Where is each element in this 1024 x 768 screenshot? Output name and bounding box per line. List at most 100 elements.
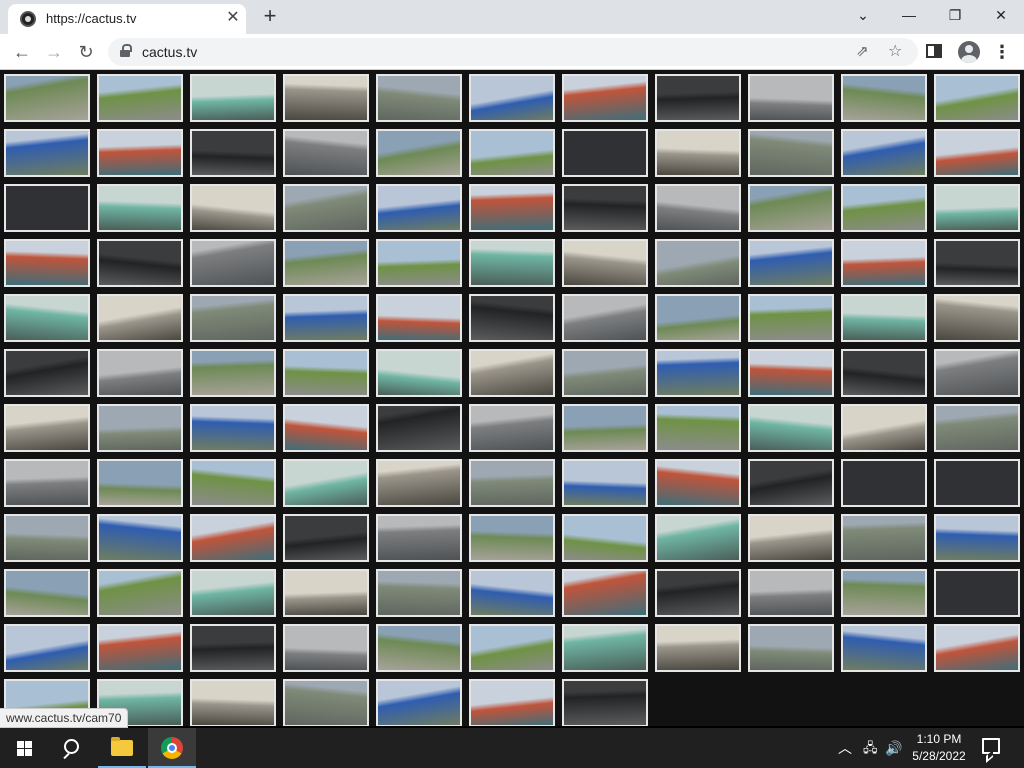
camera-thumbnail[interactable] — [283, 404, 369, 452]
camera-thumbnail[interactable] — [748, 569, 834, 617]
camera-thumbnail[interactable] — [934, 184, 1020, 232]
camera-thumbnail[interactable] — [841, 514, 927, 562]
camera-thumbnail[interactable] — [469, 514, 555, 562]
close-window-button[interactable]: ✕ — [978, 0, 1024, 30]
camera-thumbnail[interactable] — [748, 129, 834, 177]
camera-thumbnail[interactable] — [97, 349, 183, 397]
camera-thumbnail[interactable] — [97, 404, 183, 452]
camera-thumbnail[interactable] — [562, 459, 648, 507]
camera-thumbnail[interactable] — [4, 624, 90, 672]
volume-icon[interactable]: 🔊 — [885, 738, 902, 758]
camera-thumbnail[interactable] — [283, 624, 369, 672]
camera-thumbnail[interactable] — [283, 349, 369, 397]
camera-thumbnail[interactable] — [4, 294, 90, 342]
camera-thumbnail[interactable] — [748, 349, 834, 397]
camera-thumbnail[interactable] — [562, 294, 648, 342]
camera-thumbnail[interactable] — [190, 129, 276, 177]
camera-thumbnail[interactable] — [934, 514, 1020, 562]
camera-thumbnail[interactable] — [562, 404, 648, 452]
camera-thumbnail[interactable] — [190, 294, 276, 342]
camera-thumbnail[interactable] — [841, 129, 927, 177]
camera-thumbnail[interactable] — [655, 349, 741, 397]
camera-thumbnail[interactable] — [841, 74, 927, 122]
camera-thumbnail[interactable] — [190, 349, 276, 397]
camera-thumbnail[interactable] — [283, 459, 369, 507]
camera-thumbnail[interactable] — [655, 74, 741, 122]
camera-thumbnail[interactable] — [4, 349, 90, 397]
back-button[interactable]: ← — [8, 38, 36, 66]
camera-thumbnail[interactable] — [748, 514, 834, 562]
camera-thumbnail[interactable] — [469, 349, 555, 397]
address-url[interactable]: cactus.tv — [142, 44, 197, 60]
camera-thumbnail[interactable] — [97, 129, 183, 177]
camera-thumbnail[interactable] — [562, 349, 648, 397]
camera-thumbnail[interactable] — [562, 624, 648, 672]
tab-close-icon[interactable]: ✕ — [223, 8, 243, 28]
show-hidden-icons-icon[interactable]: ︿ — [838, 738, 852, 758]
camera-thumbnail[interactable] — [562, 569, 648, 617]
camera-grid[interactable] — [0, 70, 1024, 726]
camera-thumbnail[interactable] — [283, 294, 369, 342]
camera-thumbnail[interactable] — [562, 129, 648, 177]
minimize-button[interactable]: — — [886, 0, 932, 30]
camera-thumbnail[interactable] — [376, 184, 462, 232]
camera-thumbnail[interactable] — [748, 239, 834, 287]
camera-thumbnail[interactable] — [934, 294, 1020, 342]
camera-thumbnail[interactable] — [376, 349, 462, 397]
camera-thumbnail[interactable] — [469, 294, 555, 342]
camera-thumbnail[interactable] — [469, 129, 555, 177]
camera-thumbnail[interactable] — [841, 569, 927, 617]
camera-thumbnail[interactable] — [190, 74, 276, 122]
camera-thumbnail[interactable] — [97, 184, 183, 232]
camera-thumbnail[interactable] — [655, 404, 741, 452]
camera-thumbnail[interactable] — [283, 679, 369, 726]
forward-button[interactable]: → — [40, 38, 68, 66]
camera-thumbnail[interactable] — [376, 624, 462, 672]
camera-thumbnail[interactable] — [934, 569, 1020, 617]
search-icon[interactable] — [48, 728, 96, 768]
camera-thumbnail[interactable] — [562, 679, 648, 726]
camera-thumbnail[interactable] — [97, 294, 183, 342]
camera-thumbnail[interactable] — [376, 514, 462, 562]
camera-thumbnail[interactable] — [841, 404, 927, 452]
camera-thumbnail[interactable] — [283, 184, 369, 232]
tab-search-button[interactable]: ⌄ — [840, 0, 886, 30]
camera-thumbnail[interactable] — [655, 184, 741, 232]
file-explorer-taskbar-button[interactable] — [98, 728, 146, 768]
camera-thumbnail[interactable] — [4, 404, 90, 452]
camera-thumbnail[interactable] — [190, 624, 276, 672]
camera-thumbnail[interactable] — [376, 239, 462, 287]
camera-thumbnail[interactable] — [655, 459, 741, 507]
camera-thumbnail[interactable] — [655, 129, 741, 177]
camera-thumbnail[interactable] — [190, 404, 276, 452]
reload-button[interactable]: ↻ — [72, 38, 100, 66]
notifications-icon[interactable] — [982, 738, 1000, 754]
new-tab-button[interactable]: + — [258, 4, 282, 28]
camera-thumbnail[interactable] — [748, 459, 834, 507]
camera-thumbnail[interactable] — [97, 624, 183, 672]
browser-tab[interactable]: https://cactus.tv ✕ — [8, 4, 246, 34]
camera-thumbnail[interactable] — [748, 404, 834, 452]
windows-start-icon[interactable] — [0, 728, 48, 768]
camera-thumbnail[interactable] — [841, 349, 927, 397]
camera-thumbnail[interactable] — [841, 184, 927, 232]
camera-thumbnail[interactable] — [97, 74, 183, 122]
camera-thumbnail[interactable] — [748, 624, 834, 672]
camera-thumbnail[interactable] — [841, 294, 927, 342]
camera-thumbnail[interactable] — [748, 74, 834, 122]
camera-thumbnail[interactable] — [655, 514, 741, 562]
camera-thumbnail[interactable] — [97, 239, 183, 287]
camera-thumbnail[interactable] — [655, 239, 741, 287]
address-bar[interactable]: cactus.tv ⇗ ☆ — [108, 38, 918, 66]
camera-thumbnail[interactable] — [376, 404, 462, 452]
camera-thumbnail[interactable] — [190, 514, 276, 562]
camera-thumbnail[interactable] — [190, 569, 276, 617]
camera-thumbnail[interactable] — [748, 294, 834, 342]
camera-thumbnail[interactable] — [469, 679, 555, 726]
camera-thumbnail[interactable] — [562, 74, 648, 122]
camera-thumbnail[interactable] — [934, 349, 1020, 397]
camera-thumbnail[interactable] — [376, 679, 462, 726]
camera-thumbnail[interactable] — [469, 404, 555, 452]
camera-thumbnail[interactable] — [190, 239, 276, 287]
camera-thumbnail[interactable] — [283, 129, 369, 177]
